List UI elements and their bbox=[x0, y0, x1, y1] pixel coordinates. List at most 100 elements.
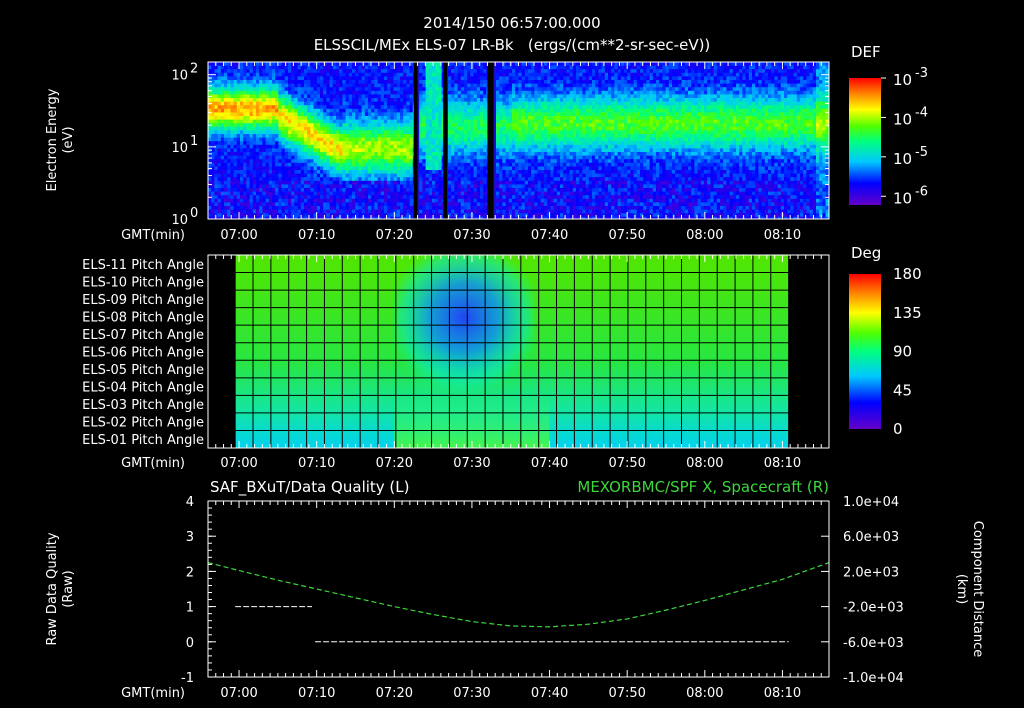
spectrogram-cell bbox=[332, 162, 337, 167]
spectrogram-cell bbox=[502, 119, 506, 124]
spectrogram-cell bbox=[396, 206, 401, 210]
spectrogram-cell bbox=[323, 62, 327, 66]
spectrogram-cell bbox=[310, 123, 314, 128]
spectrogram-cell bbox=[502, 188, 506, 192]
spectrogram-cell bbox=[451, 62, 455, 66]
spectrogram-cell bbox=[310, 116, 314, 120]
spectrogram-cell bbox=[220, 198, 225, 203]
spectrogram-cell bbox=[326, 83, 330, 88]
spectrogram-cell bbox=[227, 191, 231, 196]
spectrogram-cell bbox=[243, 123, 247, 128]
spectrogram-cell bbox=[259, 173, 263, 178]
spectrogram-cell bbox=[368, 69, 372, 74]
spectrogram-cell bbox=[284, 162, 289, 167]
spectrogram-cell bbox=[371, 162, 375, 167]
spectrogram-cell bbox=[326, 123, 330, 128]
spectrogram-cell bbox=[521, 123, 526, 128]
spectrogram-cell bbox=[256, 173, 260, 178]
spectrogram-cell bbox=[208, 170, 212, 174]
spectrogram-cell bbox=[320, 65, 324, 70]
spectrogram-cell bbox=[368, 184, 372, 189]
spectrogram-cell bbox=[448, 177, 452, 182]
spectrogram-cell bbox=[428, 188, 433, 192]
spectrogram-cell bbox=[307, 188, 311, 192]
spectrogram-cell bbox=[281, 98, 286, 102]
spectrogram-cell bbox=[428, 134, 433, 138]
spectrogram-cell bbox=[460, 184, 465, 189]
spectrogram-cell bbox=[352, 126, 356, 131]
spectrogram-cell bbox=[579, 134, 583, 138]
spectrogram-cell bbox=[540, 126, 545, 131]
spectrogram-cell bbox=[240, 137, 244, 142]
spectrogram-cell bbox=[326, 87, 330, 92]
spectrogram-cell bbox=[380, 119, 385, 124]
spectrogram-cell bbox=[294, 195, 298, 200]
spectrogram-cell bbox=[291, 173, 295, 178]
spectrogram-cell bbox=[220, 170, 225, 174]
spectrogram-cell bbox=[464, 69, 468, 74]
spectrogram-cell bbox=[579, 180, 583, 185]
spectrogram-cell bbox=[384, 116, 388, 120]
spectrogram-cell bbox=[387, 166, 391, 171]
spectrogram-cell bbox=[246, 80, 250, 84]
spectrogram-cell bbox=[371, 206, 375, 210]
spectrogram-cell bbox=[406, 76, 410, 81]
spectrogram-cell bbox=[572, 180, 577, 185]
spectrogram-cell bbox=[409, 180, 414, 185]
spectrogram-cell bbox=[236, 112, 241, 117]
spectrogram-cell bbox=[262, 180, 266, 185]
spectrogram-cell bbox=[387, 126, 391, 131]
spectrogram-cell bbox=[211, 116, 215, 120]
spectrogram-cell bbox=[582, 87, 586, 92]
spectrogram-cell bbox=[211, 112, 215, 117]
spectrogram-cell bbox=[217, 137, 222, 142]
spectrogram-cell bbox=[409, 76, 414, 81]
spectrogram-cell bbox=[422, 152, 426, 156]
spectrogram-cell bbox=[409, 141, 414, 146]
spectrogram-cell bbox=[371, 180, 375, 185]
spectrogram-cell bbox=[323, 141, 327, 146]
spectrogram-cell bbox=[390, 101, 394, 106]
spectrogram-cell bbox=[297, 119, 302, 124]
spectrogram-cell bbox=[406, 144, 410, 149]
spectrogram-cell bbox=[396, 76, 401, 81]
spectrogram-cell bbox=[435, 69, 439, 74]
spectrogram-cell bbox=[518, 166, 522, 171]
spectrogram-cell bbox=[288, 166, 292, 171]
spectrogram-cell bbox=[288, 126, 292, 131]
spectrogram-cell bbox=[352, 180, 356, 185]
spectrogram-cell bbox=[288, 112, 292, 117]
spectrogram-cell bbox=[553, 141, 558, 146]
spectrogram-cell bbox=[249, 148, 254, 153]
spectrogram-cell bbox=[470, 134, 474, 138]
spectrogram-cell bbox=[553, 126, 558, 131]
spectrogram-cell bbox=[572, 108, 577, 113]
spectrogram-cell bbox=[425, 105, 430, 110]
spectrogram-cell bbox=[480, 180, 484, 185]
spectrogram-cell bbox=[387, 134, 391, 138]
spectrogram-cell bbox=[374, 152, 378, 156]
spectrogram-cell bbox=[233, 144, 238, 149]
spectrogram-cell bbox=[579, 126, 583, 131]
spectrogram-cell bbox=[348, 101, 353, 106]
spectrogram-cell bbox=[576, 126, 580, 131]
spectrogram-cell bbox=[422, 80, 426, 84]
spectrogram-cell bbox=[377, 209, 382, 214]
spectrogram-cell bbox=[364, 166, 369, 171]
spectrogram-cell bbox=[508, 87, 513, 92]
spectrogram-cell bbox=[294, 144, 298, 149]
spectrogram-cell bbox=[313, 105, 318, 110]
spectrogram-cell bbox=[275, 144, 279, 149]
spectrogram-cell bbox=[246, 112, 250, 117]
spectrogram-cell bbox=[227, 105, 231, 110]
spectrogram-cell bbox=[400, 170, 404, 174]
spectrogram-cell bbox=[537, 180, 542, 185]
spectrogram-cell bbox=[361, 98, 366, 102]
spectrogram-cell bbox=[553, 137, 558, 142]
spectrogram-cell bbox=[294, 177, 298, 182]
spectrogram-cell bbox=[454, 155, 458, 160]
spectrogram-cell bbox=[358, 166, 362, 171]
spectrogram-cell bbox=[393, 177, 398, 182]
spectrogram-cell bbox=[432, 76, 436, 81]
spectrogram-cell bbox=[265, 126, 270, 131]
